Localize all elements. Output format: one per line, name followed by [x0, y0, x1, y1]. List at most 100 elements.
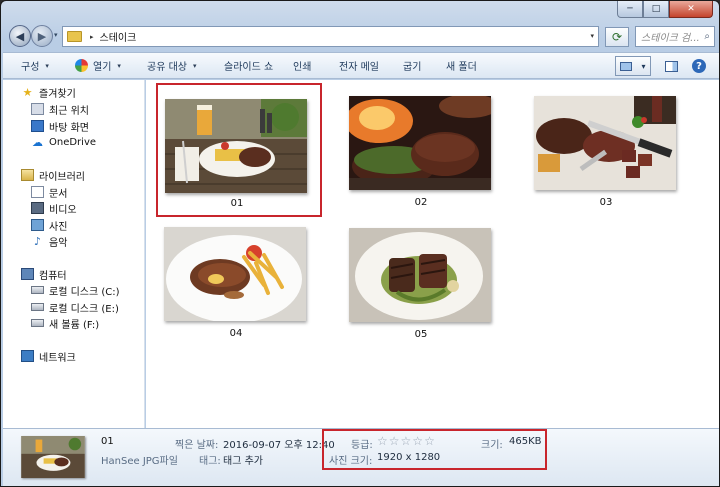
drive-icon: [31, 286, 44, 294]
file-name: 02: [414, 197, 428, 208]
burn-button[interactable]: 굽기: [399, 56, 425, 76]
back-button[interactable]: ◀: [9, 25, 31, 47]
nav-recent-places[interactable]: 최근 위치: [31, 101, 89, 117]
navigation-pane: ★ 즐겨찾기 최근 위치 바탕 화면 ☁ OneDrive 라이브러리 문서 비…: [3, 80, 145, 428]
file-item[interactable]: 04: [157, 215, 323, 349]
address-bar[interactable]: ▸ 스테이크 ▾: [62, 26, 599, 47]
breadcrumb-current[interactable]: 스테이크: [100, 29, 137, 44]
refresh-icon: ⟳: [611, 30, 623, 44]
open-with-icon: [75, 59, 88, 72]
slideshow-button[interactable]: 슬라이드 쇼: [220, 56, 277, 76]
organize-label: 구성: [21, 62, 40, 73]
file-item[interactable]: 01: [156, 83, 322, 217]
highlight-box: [322, 429, 547, 470]
open-button[interactable]: 열기 ▾: [71, 56, 125, 76]
file-name: 03: [599, 197, 613, 208]
forward-button[interactable]: ▶: [31, 25, 53, 47]
pictures-icon: [31, 219, 44, 231]
view-icon: [620, 61, 633, 71]
email-button[interactable]: 전자 메일: [335, 56, 383, 76]
open-label: 열기: [93, 62, 112, 73]
arrow-right-icon: ▶: [37, 29, 47, 43]
details-pane: 01 HanSee JPG파일 찍은 날짜: 2016-09-07 오후 12:…: [3, 428, 719, 486]
file-item[interactable]: 05: [342, 216, 508, 350]
command-bar: 구성 ▾ 열기 ▾ 공유 대상 ▾ 슬라이드 쇼 인쇄 전자 메일 굽기 새 폴…: [3, 52, 719, 79]
preview-pane-button[interactable]: [661, 56, 681, 76]
arrow-left-icon: ◀: [15, 29, 25, 43]
onedrive-icon: ☁: [32, 135, 43, 149]
nav-computer[interactable]: 컴퓨터: [21, 266, 67, 282]
help-icon: ?: [692, 59, 706, 73]
file-view: 01 02 03 04 05: [146, 80, 719, 428]
nav-computer-label: 컴퓨터: [39, 270, 67, 282]
minimize-button[interactable]: ─: [617, 1, 643, 18]
nav-disk-c-label: 로컬 디스크 (C:): [49, 286, 120, 298]
nav-favorites[interactable]: ★ 즐겨찾기: [21, 84, 76, 100]
nav-network[interactable]: 네트워크: [21, 348, 76, 364]
nav-desktop[interactable]: 바탕 화면: [31, 118, 89, 134]
videos-icon: [31, 202, 44, 214]
desktop-icon: [31, 120, 44, 132]
explorer-window: ─ □ ✕ ◀ ▶ ▾ ▸ 스테이크 ▾ ⟳ 스테이크 검... ⌕ 구성 ▾ …: [0, 0, 720, 487]
drive-icon: [31, 303, 44, 311]
nav-disk-e[interactable]: 로컬 디스크 (E:): [31, 299, 119, 315]
nav-onedrive[interactable]: ☁ OneDrive: [31, 134, 96, 150]
tags-field[interactable]: 태그 추가: [223, 452, 263, 467]
nav-videos[interactable]: 비디오: [31, 200, 77, 216]
nav-recent-label: 최근 위치: [49, 105, 89, 117]
address-dropdown[interactable]: ▾: [590, 32, 594, 40]
recent-places-icon: [31, 103, 44, 115]
nav-pictures[interactable]: 사진: [31, 217, 67, 233]
date-taken-label: 찍은 날짜:: [175, 440, 219, 451]
nav-disk-c[interactable]: 로컬 디스크 (C:): [31, 282, 120, 298]
music-icon: ♪: [33, 234, 42, 248]
file-name: 05: [414, 329, 428, 340]
nav-music[interactable]: ♪ 음악: [31, 233, 67, 249]
nav-libraries[interactable]: 라이브러리: [21, 167, 85, 183]
nav-volume-f-label: 새 볼륨 (F:): [49, 319, 100, 331]
recent-pages-dropdown[interactable]: ▾: [54, 31, 58, 39]
maximize-button[interactable]: □: [643, 1, 669, 18]
chevron-down-icon: ▾: [641, 61, 646, 71]
new-folder-button[interactable]: 새 폴더: [442, 56, 481, 76]
tags-label: 태그:: [199, 456, 221, 467]
nav-volume-f[interactable]: 새 볼륨 (F:): [31, 315, 99, 331]
share-button[interactable]: 공유 대상 ▾: [143, 56, 201, 76]
details-file-name: 01: [101, 436, 114, 447]
thumbnail-image: [349, 228, 491, 322]
search-placeholder: 스테이크 검...: [641, 33, 700, 44]
file-item[interactable]: 03: [527, 84, 693, 218]
file-item[interactable]: 02: [342, 84, 508, 218]
nav-libraries-label: 라이브러리: [39, 171, 85, 183]
nav-favorites-label: 즐겨찾기: [39, 88, 76, 100]
star-icon: ★: [22, 85, 33, 99]
nav-network-label: 네트워크: [39, 352, 76, 364]
chevron-down-icon: ▾: [192, 61, 197, 70]
nav-videos-label: 비디오: [49, 204, 77, 216]
nav-documents[interactable]: 문서: [31, 184, 67, 200]
drive-icon: [31, 319, 44, 327]
computer-icon: [21, 268, 34, 280]
search-icon: ⌕: [704, 31, 710, 42]
nav-pictures-label: 사진: [49, 221, 68, 233]
thumbnail-image: [349, 96, 491, 190]
details-file-type: HanSee JPG파일: [101, 456, 178, 467]
date-taken-value[interactable]: 2016-09-07 오후 12:40: [223, 436, 335, 451]
print-button[interactable]: 인쇄: [289, 56, 315, 76]
thumbnail-image: [534, 96, 676, 190]
nav-onedrive-label: OneDrive: [49, 136, 97, 148]
change-view-button[interactable]: ▾: [615, 56, 651, 76]
nav-music-label: 음악: [49, 237, 68, 249]
network-icon: [21, 350, 34, 362]
breadcrumb-separator[interactable]: ▸: [90, 33, 94, 41]
libraries-icon: [21, 169, 34, 181]
thumbnail-image: [165, 99, 307, 193]
refresh-button[interactable]: ⟳: [605, 27, 629, 47]
search-input[interactable]: 스테이크 검... ⌕: [635, 26, 715, 47]
organize-button[interactable]: 구성 ▾: [17, 56, 53, 76]
nav-disk-e-label: 로컬 디스크 (E:): [49, 303, 119, 315]
details-thumbnail: [21, 436, 85, 478]
folder-icon: [67, 31, 82, 42]
help-button[interactable]: ?: [689, 56, 709, 76]
close-button[interactable]: ✕: [669, 1, 713, 18]
